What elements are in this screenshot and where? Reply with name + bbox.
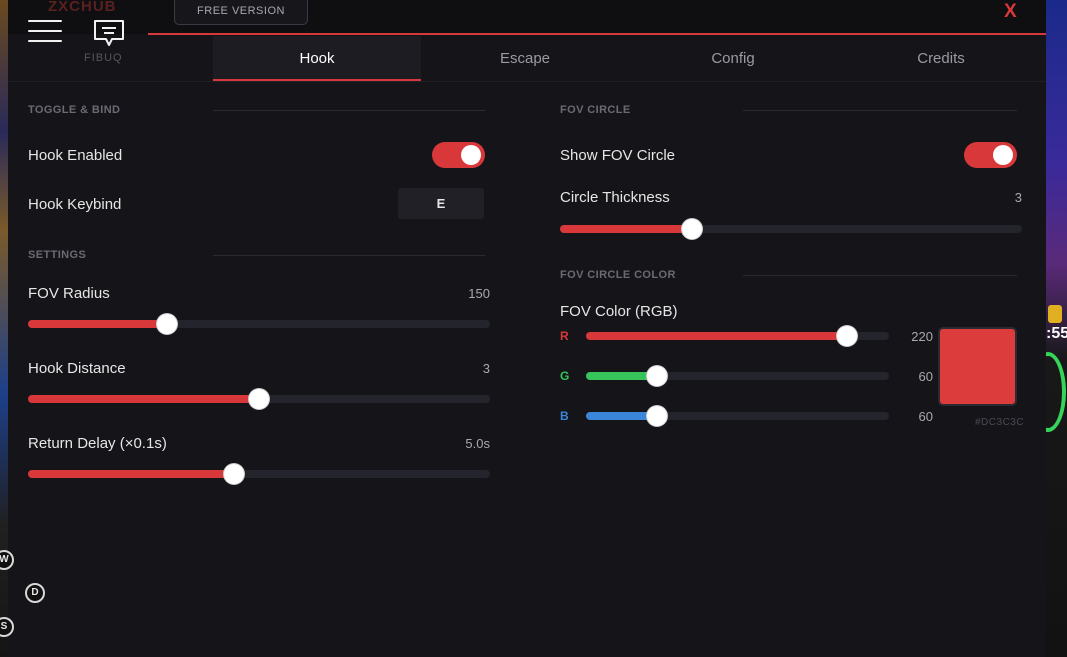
fov-radius-label: FOV Radius bbox=[28, 285, 110, 302]
return-delay-slider[interactable] bbox=[28, 464, 490, 484]
tab-credits[interactable]: Credits bbox=[837, 36, 1045, 82]
free-version-button[interactable]: FREE VERSION bbox=[174, 0, 308, 25]
show-fov-label: Show FOV Circle bbox=[560, 147, 676, 164]
section-divider bbox=[743, 110, 1017, 111]
tab-bar: Hook Escape Config Credits bbox=[213, 36, 1046, 82]
blue-channel-value: 60 bbox=[918, 409, 933, 424]
slider-thumb[interactable] bbox=[249, 389, 269, 409]
circle-thickness-label: Circle Thickness bbox=[560, 189, 670, 206]
fov-radius-value: 150 bbox=[468, 286, 490, 301]
red-channel-label: R bbox=[560, 329, 569, 343]
slider-thumb[interactable] bbox=[223, 464, 244, 484]
slider-thumb[interactable] bbox=[681, 219, 702, 239]
section-divider bbox=[743, 275, 1017, 276]
slider-thumb[interactable] bbox=[647, 406, 668, 426]
brand-logo: ZXCHUB bbox=[48, 0, 117, 15]
hook-enabled-label: Hook Enabled bbox=[28, 147, 123, 164]
hub-window: ZXCHUB FIBUQ FREE VERSION X Hook Escape … bbox=[8, 0, 1046, 657]
hook-distance-label: Hook Distance bbox=[28, 360, 126, 377]
slider-thumb[interactable] bbox=[836, 326, 857, 346]
color-preview-swatch[interactable] bbox=[938, 327, 1017, 406]
color-hex-label: #DC3C3C bbox=[975, 417, 1025, 428]
show-fov-toggle[interactable] bbox=[964, 142, 1017, 168]
section-fov-circle-color: FOV CIRCLE COLOR bbox=[560, 269, 676, 281]
slider-thumb[interactable] bbox=[647, 366, 668, 386]
top-accent-line bbox=[148, 33, 1046, 35]
tab-divider bbox=[8, 81, 1046, 82]
tab-escape[interactable]: Escape bbox=[421, 36, 629, 82]
close-button[interactable]: X bbox=[1004, 1, 1017, 23]
blue-channel-label: B bbox=[560, 409, 569, 423]
hook-keybind-button[interactable]: E bbox=[398, 188, 484, 219]
circle-thickness-slider[interactable] bbox=[560, 219, 1022, 239]
slider-thumb[interactable] bbox=[156, 314, 177, 334]
key-badge-d: D bbox=[25, 583, 45, 603]
section-divider bbox=[213, 255, 485, 256]
red-channel-slider[interactable] bbox=[586, 326, 889, 346]
blue-channel-slider[interactable] bbox=[586, 406, 889, 426]
hook-distance-slider[interactable] bbox=[28, 389, 490, 409]
game-hud-timer: :55 bbox=[1046, 325, 1067, 342]
fov-color-label: FOV Color (RGB) bbox=[560, 303, 678, 320]
green-channel-label: G bbox=[560, 369, 570, 383]
fov-radius-slider[interactable] bbox=[28, 314, 490, 334]
hamburger-menu-icon[interactable] bbox=[28, 20, 62, 46]
tab-hook[interactable]: Hook bbox=[213, 36, 421, 82]
chat-icon[interactable] bbox=[92, 19, 126, 49]
return-delay-value: 5.0s bbox=[465, 436, 490, 451]
section-divider bbox=[213, 110, 485, 111]
tab-config[interactable]: Config bbox=[629, 36, 837, 82]
game-hud-chip bbox=[1048, 305, 1062, 323]
green-channel-slider[interactable] bbox=[586, 366, 889, 386]
red-channel-value: 220 bbox=[911, 329, 933, 344]
section-fov-circle: FOV CIRCLE bbox=[560, 104, 631, 116]
top-bar bbox=[8, 0, 1046, 34]
hook-keybind-label: Hook Keybind bbox=[28, 196, 122, 213]
circle-thickness-value: 3 bbox=[1014, 190, 1022, 205]
hook-enabled-toggle[interactable] bbox=[432, 142, 485, 168]
section-settings: SETTINGS bbox=[28, 249, 87, 261]
return-delay-label: Return Delay (×0.1s) bbox=[28, 435, 167, 452]
green-channel-value: 60 bbox=[918, 369, 933, 384]
hook-distance-value: 3 bbox=[482, 361, 490, 376]
section-toggle-bind: TOGGLE & BIND bbox=[28, 104, 121, 116]
brand-subtitle: FIBUQ bbox=[84, 52, 123, 64]
